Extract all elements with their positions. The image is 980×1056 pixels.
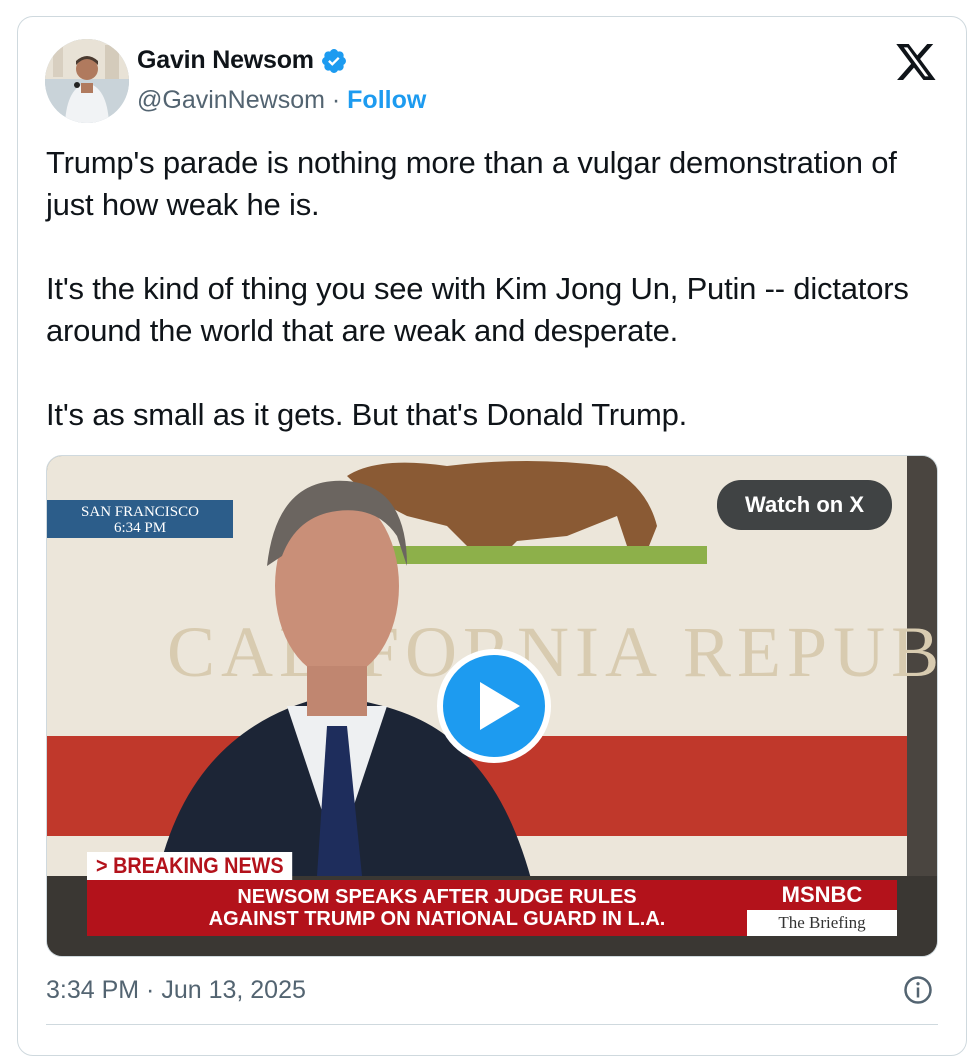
network-bug: MSNBC The Briefing: [747, 880, 897, 936]
follow-button[interactable]: Follow: [347, 86, 426, 115]
tweet-paragraph: It's the kind of thing you see with Kim …: [46, 271, 909, 348]
tweet-paragraph: Trump's parade is nothing more than a vu…: [46, 145, 897, 222]
headline-line: AGAINST TRUMP ON NATIONAL GUARD IN L.A.: [208, 908, 666, 930]
news-headline: NEWSOM SPEAKS AFTER JUDGE RULES AGAINST …: [87, 880, 787, 936]
headline-line: NEWSOM SPEAKS AFTER JUDGE RULES: [237, 886, 637, 908]
x-logo-icon[interactable]: [896, 44, 938, 80]
info-icon[interactable]: [903, 975, 933, 1005]
author-name[interactable]: Gavin Newsom: [137, 46, 314, 75]
separator-dot: ·: [324, 86, 348, 114]
video-player[interactable]: CALIFORNIA REPUBLIC SAN FRANCISCO 6:34 P…: [46, 455, 938, 957]
show-name: The Briefing: [778, 913, 866, 932]
handle-row: @GavinNewsom · Follow: [137, 86, 426, 115]
play-icon[interactable]: [436, 648, 552, 764]
tweet-timestamp[interactable]: 3:34 PM · Jun 13, 2025: [46, 976, 306, 1005]
author-name-row[interactable]: Gavin Newsom: [137, 46, 348, 75]
avatar[interactable]: [45, 39, 129, 123]
author-handle[interactable]: @GavinNewsom: [137, 86, 325, 115]
breaking-news-label: > BREAKING NEWS: [87, 852, 293, 880]
watch-on-x-button[interactable]: Watch on X: [717, 480, 892, 530]
location-time: 6:34 PM: [113, 520, 167, 536]
tweet-text: Trump's parade is nothing more than a vu…: [46, 142, 946, 436]
tweet-paragraph: It's as small as it gets. But that's Don…: [46, 397, 688, 432]
network-name: MSNBC: [747, 880, 897, 910]
verified-badge-icon: [321, 48, 346, 73]
location-overlay: SAN FRANCISCO 6:34 PM: [47, 500, 233, 538]
divider: [46, 1024, 938, 1025]
location-city: SAN FRANCISCO: [81, 504, 199, 520]
